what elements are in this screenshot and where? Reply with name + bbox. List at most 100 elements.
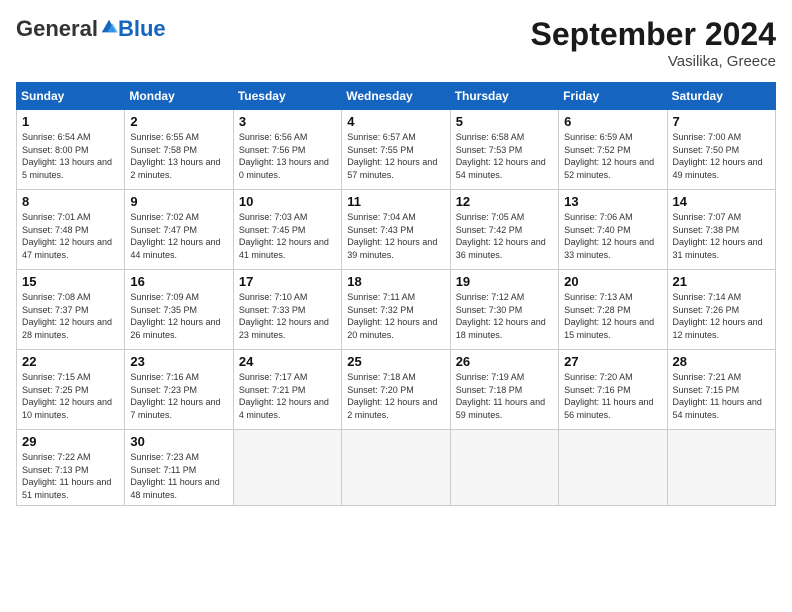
day-info: Sunrise: 6:59 AMSunset: 7:52 PMDaylight:… <box>564 131 661 181</box>
day-info: Sunrise: 6:55 AMSunset: 7:58 PMDaylight:… <box>130 131 227 181</box>
calendar-week-row: 29 Sunrise: 7:22 AMSunset: 7:13 PMDayligh… <box>17 430 776 506</box>
calendar-header-row: SundayMondayTuesdayWednesdayThursdayFrid… <box>17 83 776 110</box>
calendar-cell <box>559 430 667 506</box>
title-section: September 2024 Vasilika, Greece <box>531 16 776 70</box>
day-info: Sunrise: 7:07 AMSunset: 7:38 PMDaylight:… <box>673 211 770 261</box>
day-info: Sunrise: 7:00 AMSunset: 7:50 PMDaylight:… <box>673 131 770 181</box>
day-of-week-header: Monday <box>125 83 233 110</box>
day-number: 1 <box>22 114 119 129</box>
calendar-cell: 26Sunrise: 7:19 AMSunset: 7:18 PMDayligh… <box>450 350 558 430</box>
day-number: 9 <box>130 194 227 209</box>
day-number: 15 <box>22 274 119 289</box>
calendar-cell: 2 Sunrise: 6:55 AMSunset: 7:58 PMDaylight… <box>125 110 233 190</box>
calendar-cell: 6 Sunrise: 6:59 AMSunset: 7:52 PMDaylight… <box>559 110 667 190</box>
calendar-cell: 18 Sunrise: 7:11 AMSunset: 7:32 PMDayligh… <box>342 270 450 350</box>
day-number: 24 <box>239 354 336 369</box>
day-info: Sunrise: 7:16 AMSunset: 7:23 PMDaylight:… <box>130 371 227 421</box>
day-number: 14 <box>673 194 770 209</box>
calendar-cell: 13Sunrise: 7:06 AMSunset: 7:40 PMDayligh… <box>559 190 667 270</box>
day-info: Sunrise: 7:12 AMSunset: 7:30 PMDaylight:… <box>456 291 553 341</box>
calendar-cell: 11 Sunrise: 7:04 AMSunset: 7:43 PMDayligh… <box>342 190 450 270</box>
day-number: 23 <box>130 354 227 369</box>
calendar-cell: 9 Sunrise: 7:02 AMSunset: 7:47 PMDaylight… <box>125 190 233 270</box>
day-number: 6 <box>564 114 661 129</box>
calendar-cell: 4 Sunrise: 6:57 AMSunset: 7:55 PMDaylight… <box>342 110 450 190</box>
location-subtitle: Vasilika, Greece <box>531 53 776 70</box>
day-number: 19 <box>456 274 553 289</box>
day-number: 29 <box>22 434 119 449</box>
day-info: Sunrise: 7:04 AMSunset: 7:43 PMDaylight:… <box>347 211 444 261</box>
logo-general: General <box>16 16 98 42</box>
day-info: Sunrise: 6:58 AMSunset: 7:53 PMDaylight:… <box>456 131 553 181</box>
day-number: 27 <box>564 354 661 369</box>
day-info: Sunrise: 6:56 AMSunset: 7:56 PMDaylight:… <box>239 131 336 181</box>
day-of-week-header: Tuesday <box>233 83 341 110</box>
calendar-week-row: 15Sunrise: 7:08 AMSunset: 7:37 PMDayligh… <box>17 270 776 350</box>
day-number: 11 <box>347 194 444 209</box>
day-of-week-header: Friday <box>559 83 667 110</box>
day-of-week-header: Saturday <box>667 83 775 110</box>
calendar-cell: 7 Sunrise: 7:00 AMSunset: 7:50 PMDaylight… <box>667 110 775 190</box>
logo: General Blue <box>16 16 166 42</box>
day-number: 30 <box>130 434 227 449</box>
calendar-cell: 23 Sunrise: 7:16 AMSunset: 7:23 PMDayligh… <box>125 350 233 430</box>
logo-icon <box>100 18 118 36</box>
day-number: 26 <box>456 354 553 369</box>
day-info: Sunrise: 7:23 AMSunset: 7:11 PMDaylight:… <box>130 451 227 501</box>
calendar-cell: 22 Sunrise: 7:15 AMSunset: 7:25 PMDayligh… <box>17 350 125 430</box>
day-number: 4 <box>347 114 444 129</box>
day-number: 2 <box>130 114 227 129</box>
day-info: Sunrise: 7:20 AMSunset: 7:16 PMDaylight:… <box>564 371 661 421</box>
day-info: Sunrise: 7:18 AMSunset: 7:20 PMDaylight:… <box>347 371 444 421</box>
day-info: Sunrise: 6:57 AMSunset: 7:55 PMDaylight:… <box>347 131 444 181</box>
day-number: 8 <box>22 194 119 209</box>
day-number: 25 <box>347 354 444 369</box>
day-number: 12 <box>456 194 553 209</box>
calendar-cell: 8 Sunrise: 7:01 AMSunset: 7:48 PMDaylight… <box>17 190 125 270</box>
day-number: 16 <box>130 274 227 289</box>
day-info: Sunrise: 7:11 AMSunset: 7:32 PMDaylight:… <box>347 291 444 341</box>
day-info: Sunrise: 7:17 AMSunset: 7:21 PMDaylight:… <box>239 371 336 421</box>
day-number: 10 <box>239 194 336 209</box>
calendar-cell: 17 Sunrise: 7:10 AMSunset: 7:33 PMDayligh… <box>233 270 341 350</box>
calendar-cell: 5 Sunrise: 6:58 AMSunset: 7:53 PMDaylight… <box>450 110 558 190</box>
page-header: General Blue September 2024 Vasilika, Gr… <box>16 16 776 70</box>
calendar-cell <box>233 430 341 506</box>
day-info: Sunrise: 7:03 AMSunset: 7:45 PMDaylight:… <box>239 211 336 261</box>
calendar-week-row: 1 Sunrise: 6:54 AMSunset: 8:00 PMDaylight… <box>17 110 776 190</box>
calendar-cell: 12Sunrise: 7:05 AMSunset: 7:42 PMDayligh… <box>450 190 558 270</box>
calendar-cell: 19 Sunrise: 7:12 AMSunset: 7:30 PMDayligh… <box>450 270 558 350</box>
calendar-cell: 3 Sunrise: 6:56 AMSunset: 7:56 PMDaylight… <box>233 110 341 190</box>
calendar-table: SundayMondayTuesdayWednesdayThursdayFrid… <box>16 82 776 506</box>
day-number: 7 <box>673 114 770 129</box>
day-of-week-header: Thursday <box>450 83 558 110</box>
day-number: 5 <box>456 114 553 129</box>
day-number: 17 <box>239 274 336 289</box>
day-info: Sunrise: 7:01 AMSunset: 7:48 PMDaylight:… <box>22 211 119 261</box>
calendar-cell: 15Sunrise: 7:08 AMSunset: 7:37 PMDayligh… <box>17 270 125 350</box>
day-number: 13 <box>564 194 661 209</box>
day-number: 21 <box>673 274 770 289</box>
calendar-cell <box>342 430 450 506</box>
day-number: 3 <box>239 114 336 129</box>
day-info: Sunrise: 7:21 AMSunset: 7:15 PMDaylight:… <box>673 371 770 421</box>
day-number: 22 <box>22 354 119 369</box>
calendar-cell: 28 Sunrise: 7:21 AMSunset: 7:15 PMDayligh… <box>667 350 775 430</box>
calendar-cell: 14 Sunrise: 7:07 AMSunset: 7:38 PMDayligh… <box>667 190 775 270</box>
day-info: Sunrise: 6:54 AMSunset: 8:00 PMDaylight:… <box>22 131 119 181</box>
day-of-week-header: Sunday <box>17 83 125 110</box>
day-number: 18 <box>347 274 444 289</box>
day-number: 28 <box>673 354 770 369</box>
calendar-cell: 1 Sunrise: 6:54 AMSunset: 8:00 PMDaylight… <box>17 110 125 190</box>
calendar-week-row: 8 Sunrise: 7:01 AMSunset: 7:48 PMDaylight… <box>17 190 776 270</box>
day-number: 20 <box>564 274 661 289</box>
calendar-cell: 30 Sunrise: 7:23 AMSunset: 7:11 PMDayligh… <box>125 430 233 506</box>
day-info: Sunrise: 7:15 AMSunset: 7:25 PMDaylight:… <box>22 371 119 421</box>
calendar-cell: 24 Sunrise: 7:17 AMSunset: 7:21 PMDayligh… <box>233 350 341 430</box>
calendar-cell: 25 Sunrise: 7:18 AMSunset: 7:20 PMDayligh… <box>342 350 450 430</box>
day-info: Sunrise: 7:10 AMSunset: 7:33 PMDaylight:… <box>239 291 336 341</box>
day-info: Sunrise: 7:22 AMSunset: 7:13 PMDaylight:… <box>22 451 119 501</box>
day-of-week-header: Wednesday <box>342 83 450 110</box>
calendar-cell: 29 Sunrise: 7:22 AMSunset: 7:13 PMDayligh… <box>17 430 125 506</box>
day-info: Sunrise: 7:02 AMSunset: 7:47 PMDaylight:… <box>130 211 227 261</box>
